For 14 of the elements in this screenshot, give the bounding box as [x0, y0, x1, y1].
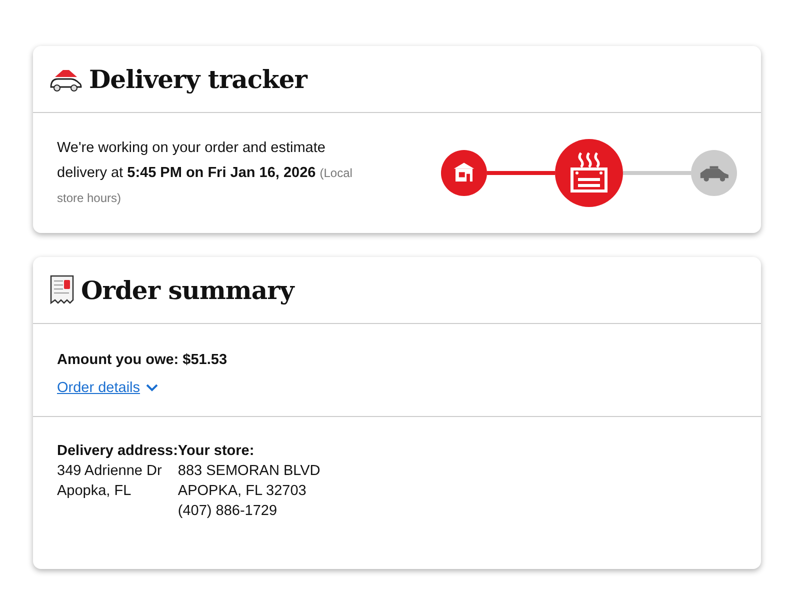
order-details-link[interactable]: Order details [57, 380, 158, 396]
address-label: Your store: [178, 442, 256, 461]
card-title: Order summary [81, 276, 294, 304]
address-line: 883 SEMORAN BLVD [178, 462, 320, 481]
amount-owed: Amount you owe: $51.53 [57, 352, 228, 368]
address-line: 349 Adrienne Dr [57, 462, 163, 481]
address-line: (407) 886-1729 [178, 502, 278, 521]
card-title: Delivery tracker [89, 64, 307, 94]
receipt-icon [49, 274, 75, 306]
address-label: Delivery address: [57, 442, 178, 461]
address-line: APOPKA, FL 32703 [178, 482, 308, 501]
address-line: Apopka, FL [57, 482, 132, 501]
chevron-icon [146, 384, 158, 392]
delivery-estimate: We're working on your order and estimate delivery at 5:45 PM on Fri Jan 16, 2026 (Local store hours) [57, 138, 354, 206]
